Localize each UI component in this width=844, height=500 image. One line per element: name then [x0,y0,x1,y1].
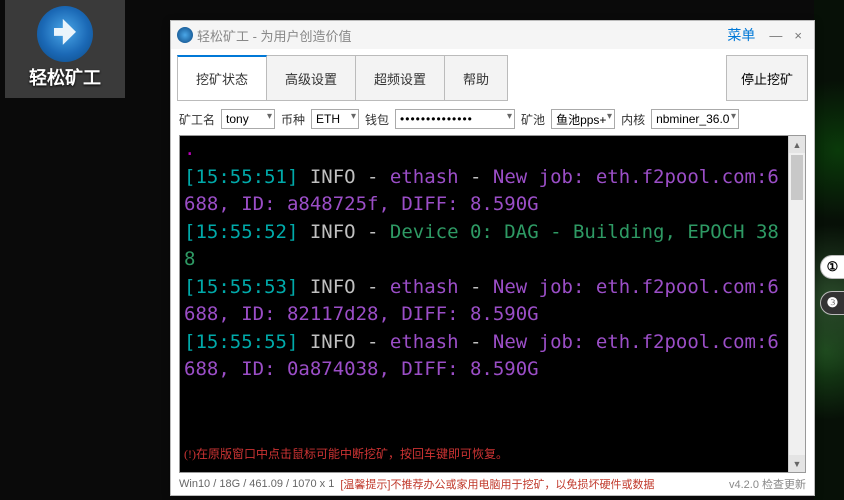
scroll-track[interactable] [789,153,805,455]
tab-strip: 挖矿状态 高级设置 超频设置 帮助 停止挖矿 [171,49,814,101]
close-button[interactable]: × [788,28,808,43]
main-window: 轻松矿工 - 为用户创造价值 菜单 — × 挖矿状态 高级设置 超频设置 帮助 … [170,20,815,496]
status-bar: Win10 / 18G / 461.09 / 1070 x 1 [温馨提示]不推… [171,473,814,495]
float-badge-1[interactable]: ① [820,255,844,279]
tab-advanced-settings[interactable]: 高级设置 [266,55,356,101]
scroll-thumb[interactable] [791,155,803,200]
scroll-down-arrow-icon[interactable]: ▼ [789,455,805,472]
status-sysinfo: Win10 / 18G / 461.09 / 1070 x 1 [179,478,334,490]
app-shortcut-icon [37,6,93,62]
terminal-scrollbar[interactable]: ▲ ▼ [788,136,805,472]
miner-name-input[interactable] [221,109,275,129]
scroll-up-arrow-icon[interactable]: ▲ [789,136,805,153]
config-row: 矿工名 ▾ 币种 ▾ 钱包 ▾ 矿池 ▾ 内核 ▾ [171,101,814,135]
tab-mining-status[interactable]: 挖矿状态 [177,55,267,101]
terminal-panel: .[15:55:51] INFO - ethash - New job: eth… [179,135,806,473]
menu-button[interactable]: 菜单 [727,25,755,45]
kernel-select[interactable] [651,109,739,129]
desktop-shortcut[interactable]: 轻松矿工 [5,0,125,98]
miner-name-label: 矿工名 [179,111,215,128]
status-version[interactable]: v4.2.0 检查更新 [729,476,806,492]
minimize-button[interactable]: — [763,28,788,43]
status-warning: [温馨提示]不推荐办公或家用电脑用于挖矿，以免损坏硬件或数据 [340,476,654,492]
terminal-output[interactable]: .[15:55:51] INFO - ethash - New job: eth… [180,136,788,472]
pool-select[interactable] [551,109,615,129]
wallet-input[interactable] [395,109,515,129]
tab-help[interactable]: 帮助 [444,55,508,101]
window-title: 轻松矿工 - 为用户创造价值 [197,26,727,45]
float-badge-2[interactable]: ❸ [820,291,844,315]
coin-select[interactable] [311,109,359,129]
float-badges: ① ❸ [820,255,844,315]
desktop-shortcut-label: 轻松矿工 [5,64,125,90]
stop-mining-button[interactable]: 停止挖矿 [726,55,808,101]
titlebar: 轻松矿工 - 为用户创造价值 菜单 — × [171,21,814,49]
desktop-background [814,0,844,500]
app-icon [177,27,193,43]
wallet-label: 钱包 [365,111,389,128]
pool-label: 矿池 [521,111,545,128]
coin-label: 币种 [281,111,305,128]
kernel-label: 内核 [621,111,645,128]
tab-overclock-settings[interactable]: 超频设置 [355,55,445,101]
